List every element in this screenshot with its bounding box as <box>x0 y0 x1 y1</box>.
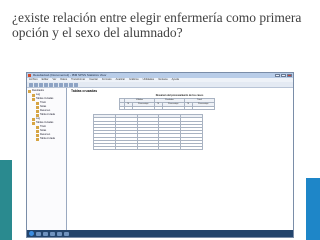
summary-cell <box>131 105 155 111</box>
outline-node-icon <box>36 101 39 105</box>
crosstab-cell <box>180 146 203 151</box>
window-titlebar[interactable]: Resultados1 [Documento1] - IBM SPSS Stat… <box>27 73 293 78</box>
outline-node-icon <box>36 133 39 137</box>
menu-item[interactable]: Editar <box>42 78 49 82</box>
menu-item[interactable]: Ventana <box>158 78 168 82</box>
outline-item-label: Tabla cruzada <box>40 137 55 140</box>
system-tray-clock <box>279 232 293 236</box>
crosstab-row-label <box>93 146 116 151</box>
print-icon[interactable] <box>39 83 43 87</box>
menu-item[interactable]: Analizar <box>116 78 125 82</box>
goto-data-icon[interactable] <box>59 83 63 87</box>
summary-table-caption: Resumen del procesamiento de los casos <box>155 94 204 97</box>
decorative-teal-bar <box>0 160 12 240</box>
outline-node-icon <box>28 89 31 93</box>
taskbar-word-icon[interactable] <box>64 231 69 236</box>
table-row <box>93 146 203 151</box>
slide-title: ¿existe relación entre elegir enfermería… <box>12 10 302 40</box>
open-icon[interactable] <box>29 83 33 87</box>
export-icon[interactable] <box>44 83 48 87</box>
variables-icon[interactable] <box>64 83 68 87</box>
menu-item[interactable]: Formato <box>102 78 112 82</box>
taskbar-spss-icon[interactable] <box>57 231 62 236</box>
outline-item-label: Tabla cruzada <box>40 113 55 116</box>
taskbar-explorer-icon[interactable] <box>36 231 41 236</box>
decorative-blue-bar <box>306 178 320 240</box>
outline-node-icon <box>36 125 39 129</box>
crosstab-stat-label <box>114 146 138 151</box>
outline-node-icon <box>36 109 39 113</box>
outline-item[interactable]: Tabla cruzada <box>28 137 65 141</box>
crosstab-table <box>93 114 203 151</box>
outline-node-icon <box>32 121 35 125</box>
summary-cell <box>123 105 133 111</box>
case-summary-table: Válidos Perdidos Total N Porcentaje N Po… <box>119 98 216 111</box>
taskbar-browser-icon[interactable] <box>43 231 48 236</box>
window-controls <box>275 74 292 77</box>
taskbar <box>27 230 293 237</box>
taskbar-media-icon[interactable] <box>50 231 55 236</box>
summary-cell <box>183 105 193 111</box>
window-title: Resultados1 [Documento1] - IBM SPSS Stat… <box>33 73 107 77</box>
summary-cell <box>153 105 163 111</box>
viewer-body: Resultados Log Tablas cruzadas Título Notas R… <box>27 88 293 230</box>
undo-icon[interactable] <box>49 83 53 87</box>
chart-icon[interactable] <box>69 83 73 87</box>
outline-node-icon <box>36 105 39 109</box>
menu-item[interactable]: Archivo <box>29 78 38 82</box>
menu-item[interactable]: Ayuda <box>172 78 179 82</box>
outline-node-icon <box>32 97 35 101</box>
crosstab-cell <box>158 146 182 151</box>
start-button-icon[interactable] <box>29 231 34 236</box>
minimize-icon[interactable] <box>275 74 280 77</box>
crosstab-cell <box>136 146 160 151</box>
summary-cell <box>161 105 185 111</box>
output-content-pane: Tablas cruzadas Resumen del procesamient… <box>69 89 290 230</box>
close-icon[interactable] <box>287 74 292 77</box>
menu-item[interactable]: Utilidades <box>143 78 154 82</box>
outline-node-icon <box>36 129 39 133</box>
maximize-icon[interactable] <box>281 74 286 77</box>
summary-cell <box>191 105 216 111</box>
save-icon[interactable] <box>34 83 38 87</box>
outline-node-icon <box>32 117 35 121</box>
spss-viewer-window: Resultados1 [Documento1] - IBM SPSS Stat… <box>26 72 294 238</box>
menu-item[interactable]: Transformar <box>71 78 85 82</box>
menu-item[interactable]: Insertar <box>89 78 98 82</box>
output-icon[interactable] <box>74 83 78 87</box>
outline-node-icon <box>32 93 35 97</box>
redo-icon[interactable] <box>54 83 58 87</box>
menu-item[interactable]: Ver <box>52 78 56 82</box>
output-outline-pane: Resultados Log Tablas cruzadas Título Notas R… <box>27 88 67 230</box>
menu-item[interactable]: Gráficos <box>129 78 139 82</box>
outline-node-icon <box>36 137 39 141</box>
app-icon <box>28 74 31 77</box>
menu-item[interactable]: Datos <box>60 78 67 82</box>
